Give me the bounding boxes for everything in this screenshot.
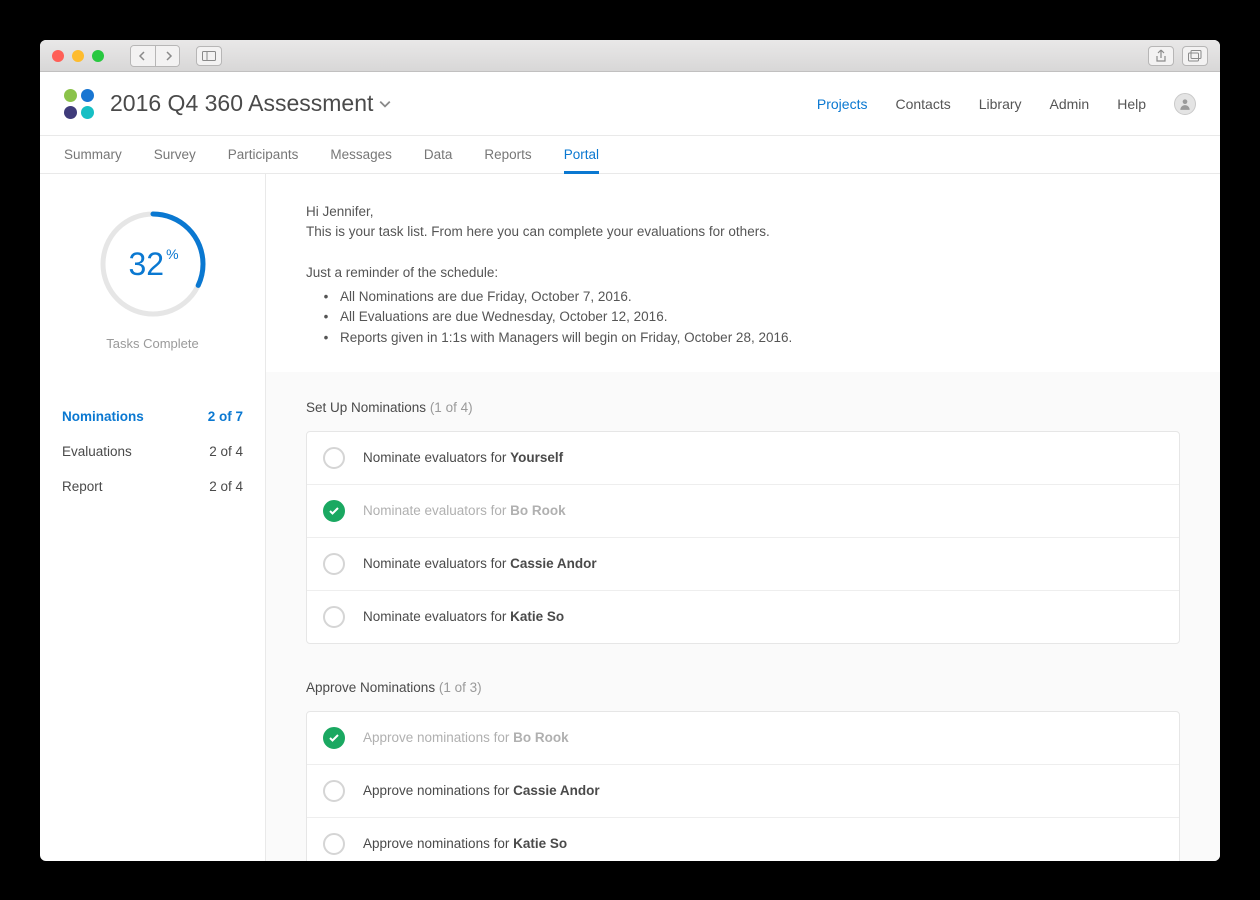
intro-greeting: Hi Jennifer, [306, 202, 1180, 222]
check-complete-icon [323, 500, 345, 522]
nav-contacts[interactable]: Contacts [895, 96, 950, 112]
task-row[interactable]: Nominate evaluators for Yourself [307, 432, 1179, 484]
intro-reminder-lead: Just a reminder of the schedule: [306, 263, 1180, 283]
task-label: Approve nominations for Katie So [363, 836, 567, 851]
intro-bullet-list: All Nominations are due Friday, October … [306, 287, 1180, 348]
sidebar: 32% Tasks Complete Nominations 2 of 7 Eval… [40, 174, 266, 861]
window-controls [52, 50, 104, 62]
tab-reports[interactable]: Reports [484, 136, 531, 173]
sidebar-item-count: 2 of 4 [209, 479, 243, 494]
nav-admin[interactable]: Admin [1050, 96, 1090, 112]
nav-help[interactable]: Help [1117, 96, 1146, 112]
section-heading: Approve Nominations (1 of 3) [306, 680, 1180, 695]
sidebar-item-nominations[interactable]: Nominations 2 of 7 [62, 399, 243, 434]
task-list: Approve nominations for Bo Rook Approve n… [306, 711, 1180, 861]
chevron-down-icon [379, 98, 391, 110]
sidebar-item-label: Evaluations [62, 444, 132, 459]
task-label: Nominate evaluators for Katie So [363, 609, 564, 624]
sidebar-item-count: 2 of 7 [208, 409, 243, 424]
check-empty-icon [323, 833, 345, 855]
tab-messages[interactable]: Messages [330, 136, 392, 173]
sidebar-item-count: 2 of 4 [209, 444, 243, 459]
check-complete-icon [323, 727, 345, 749]
progress-percent: 32% [97, 208, 209, 320]
project-tabs: Summary Survey Participants Messages Dat… [40, 136, 1220, 174]
intro-bullet: All Evaluations are due Wednesday, Octob… [306, 307, 1180, 327]
task-label: Nominate evaluators for Cassie Andor [363, 556, 597, 571]
intro-bullet: Reports given in 1:1s with Managers will… [306, 328, 1180, 348]
tab-data[interactable]: Data [424, 136, 453, 173]
check-empty-icon [323, 606, 345, 628]
task-row[interactable]: Approve nominations for Cassie Andor [307, 764, 1179, 817]
minimize-icon[interactable] [72, 50, 84, 62]
content-area: Hi Jennifer, This is your task list. Fro… [266, 174, 1220, 861]
task-list: Nominate evaluators for Yourself Nominate… [306, 431, 1180, 644]
tabs-button[interactable] [1182, 46, 1208, 66]
check-empty-icon [323, 447, 345, 469]
task-label: Nominate evaluators for Yourself [363, 450, 563, 465]
tab-portal[interactable]: Portal [564, 136, 599, 173]
back-button[interactable] [131, 46, 155, 66]
task-label: Approve nominations for Cassie Andor [363, 783, 600, 798]
task-row[interactable]: Nominate evaluators for Katie So [307, 590, 1179, 643]
project-selector[interactable]: 2016 Q4 360 Assessment [110, 90, 391, 117]
titlebar [40, 40, 1220, 72]
check-empty-icon [323, 553, 345, 575]
maximize-icon[interactable] [92, 50, 104, 62]
task-row[interactable]: Nominate evaluators for Cassie Andor [307, 537, 1179, 590]
progress-gauge: 32% [97, 208, 209, 320]
task-section: Set Up Nominations (1 of 4) Nominate eval… [266, 372, 1220, 652]
task-row[interactable]: Nominate evaluators for Bo Rook [307, 484, 1179, 537]
check-empty-icon [323, 780, 345, 802]
sidebar-toggle-button[interactable] [196, 46, 222, 66]
forward-button[interactable] [155, 46, 179, 66]
user-icon [1178, 97, 1192, 111]
task-row[interactable]: Approve nominations for Katie So [307, 817, 1179, 861]
tab-survey[interactable]: Survey [154, 136, 196, 173]
intro-line: This is your task list. From here you ca… [306, 222, 1180, 242]
nav-library[interactable]: Library [979, 96, 1022, 112]
section-heading: Set Up Nominations (1 of 4) [306, 400, 1180, 415]
close-icon[interactable] [52, 50, 64, 62]
app-window: 2016 Q4 360 Assessment Projects Contacts… [40, 40, 1220, 861]
user-avatar[interactable] [1174, 93, 1196, 115]
app-header: 2016 Q4 360 Assessment Projects Contacts… [40, 72, 1220, 136]
tab-summary[interactable]: Summary [64, 136, 122, 173]
task-label: Approve nominations for Bo Rook [363, 730, 569, 745]
app-logo-icon [64, 89, 94, 119]
project-title: 2016 Q4 360 Assessment [110, 90, 373, 117]
sidebar-item-label: Report [62, 479, 103, 494]
tab-participants[interactable]: Participants [228, 136, 299, 173]
nav-projects[interactable]: Projects [817, 96, 868, 112]
task-label: Nominate evaluators for Bo Rook [363, 503, 566, 518]
sidebar-item-report[interactable]: Report 2 of 4 [62, 469, 243, 504]
task-row[interactable]: Approve nominations for Bo Rook [307, 712, 1179, 764]
main-nav: Projects Contacts Library Admin Help [817, 93, 1196, 115]
sidebar-item-evaluations[interactable]: Evaluations 2 of 4 [62, 434, 243, 469]
intro-bullet: All Nominations are due Friday, October … [306, 287, 1180, 307]
progress-label: Tasks Complete [106, 336, 198, 351]
sidebar-item-label: Nominations [62, 409, 144, 424]
history-nav [130, 45, 180, 67]
task-section: Approve Nominations (1 of 3) Approve nomi… [266, 652, 1220, 861]
share-button[interactable] [1148, 46, 1174, 66]
task-category-list: Nominations2 of 7Evaluations2 of 4Report… [40, 399, 265, 504]
intro-message: Hi Jennifer, This is your task list. Fro… [266, 174, 1220, 372]
